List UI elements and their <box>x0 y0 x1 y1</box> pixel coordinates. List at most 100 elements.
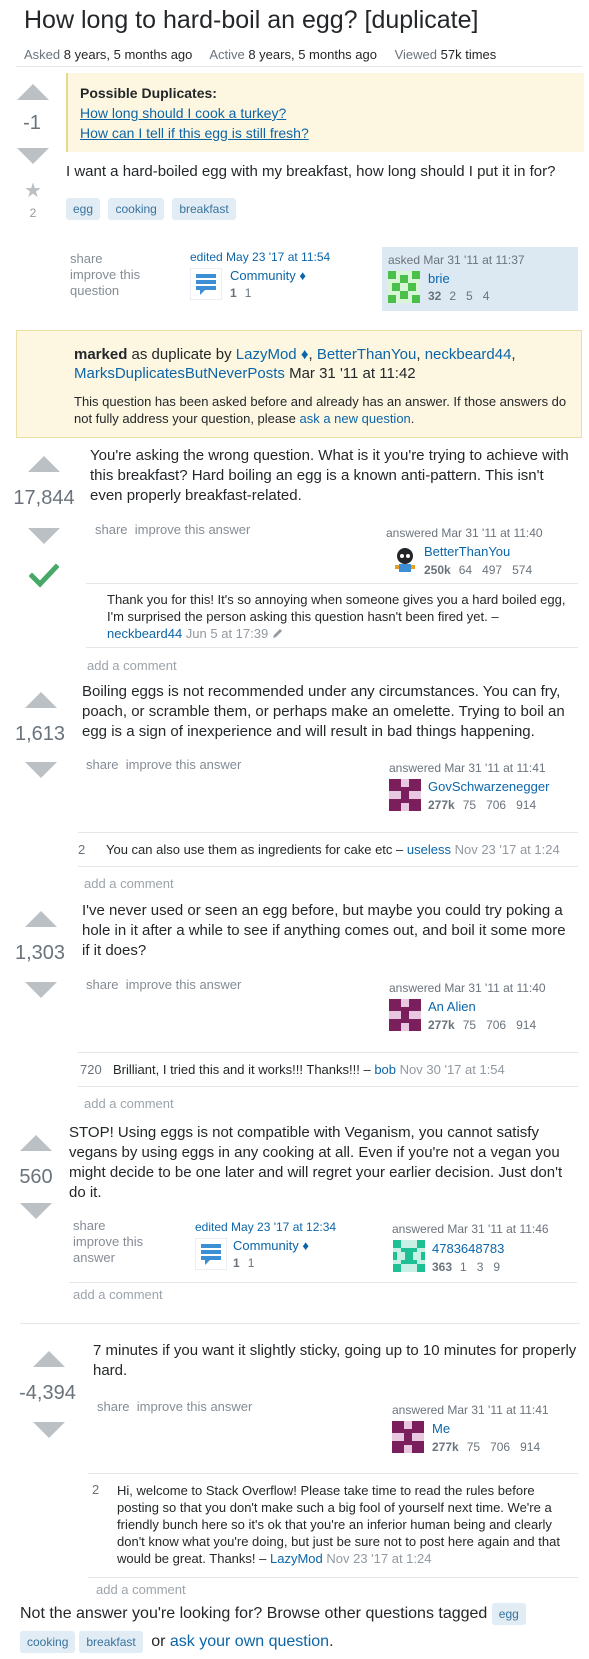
active-value[interactable]: 8 years, 5 months ago <box>248 47 377 62</box>
silver-badges: 3 <box>476 1260 484 1274</box>
comment-user[interactable]: LazyMod <box>270 1551 323 1566</box>
badge-count: 1 <box>247 1256 255 1270</box>
share-link[interactable]: share <box>73 1218 163 1234</box>
comment-text: Brilliant, I tried this and it works!!! … <box>113 1062 360 1077</box>
answer-body: STOP! Using eggs is not compatible with … <box>69 1124 563 1201</box>
comment-date[interactable]: Nov 23 '17 at 1:24 <box>455 842 560 857</box>
vote-up-icon[interactable] <box>28 456 60 472</box>
closer-link[interactable]: BetterThanYou <box>317 346 417 363</box>
improve-answer-link[interactable]: improve this answer <box>73 1234 163 1266</box>
answer-body: 7 minutes if you want it slightly sticky… <box>93 1342 577 1379</box>
an-alien-avatar[interactable] <box>389 999 421 1031</box>
vote-down-icon[interactable] <box>28 528 60 544</box>
answered-date[interactable]: answered Mar 31 '11 at 11:40 <box>389 981 546 995</box>
answered-date[interactable]: answered Mar 31 '11 at 11:46 <box>392 1222 549 1236</box>
vote-down-icon[interactable] <box>20 1203 52 1219</box>
vote-up-icon[interactable] <box>33 1351 65 1367</box>
footer-end: . <box>329 1633 334 1650</box>
answer-edited-signature: edited May 23 '17 at 12:34 Community ♦ 1… <box>195 1220 365 1272</box>
answered-date[interactable]: answered Mar 31 '11 at 11:41 <box>389 761 546 775</box>
me-avatar[interactable] <box>392 1421 424 1453</box>
username[interactable]: GovSchwarzenegger <box>428 779 549 794</box>
tag-cooking[interactable]: cooking <box>108 198 164 220</box>
improve-answer-link[interactable]: improve this answer <box>135 522 251 537</box>
vote-down-icon[interactable] <box>25 762 57 778</box>
edited-date[interactable]: edited May 23 '17 at 12:34 <box>195 1220 365 1234</box>
silver-badges: 706 <box>486 798 507 812</box>
community-avatar[interactable] <box>190 268 222 300</box>
duplicate-link[interactable]: How long should I cook a turkey? <box>80 105 286 121</box>
add-comment-link[interactable]: add a comment <box>87 658 177 673</box>
comment-text: You can also use them as ingredients for… <box>106 842 393 857</box>
divider <box>16 66 582 67</box>
improve-answer-link[interactable]: improve this answer <box>137 1399 253 1414</box>
share-link[interactable]: share <box>97 1399 130 1414</box>
duplicate-link[interactable]: How can I tell if this egg is still fres… <box>80 125 309 141</box>
edited-date[interactable]: edited May 23 '17 at 11:54 <box>190 250 360 264</box>
closer-link[interactable]: LazyMod ♦ <box>236 346 309 363</box>
comment-date[interactable]: Jun 5 at 17:39 <box>186 626 268 641</box>
comment-user[interactable]: bob <box>374 1062 396 1077</box>
answer-post-menu: share improve this answer <box>86 977 241 993</box>
tag-breakfast[interactable]: breakfast <box>172 198 236 220</box>
comment-score: 2 <box>92 1482 100 1497</box>
comment-date[interactable]: Nov 30 '17 at 1:54 <box>400 1062 505 1077</box>
page-title[interactable]: How long to hard-boil an egg? [duplicate… <box>24 6 478 35</box>
govschwarzenegger-avatar[interactable] <box>389 779 421 811</box>
gold-badges: 75 <box>466 1440 481 1454</box>
add-comment-link[interactable]: add a comment <box>96 1582 186 1597</box>
username[interactable]: BetterThanYou <box>424 544 510 559</box>
closer-link[interactable]: MarksDuplicatesButNeverPosts <box>74 365 285 382</box>
answer-score: -4,394 <box>19 1382 76 1404</box>
comment: Thank you for this! It's so annoying whe… <box>107 591 577 642</box>
vote-down-icon[interactable] <box>33 1422 65 1438</box>
comment-date[interactable]: Nov 23 '17 at 1:24 <box>326 1551 431 1566</box>
footer-text: Not the answer you're looking for? Brows… <box>20 1605 488 1622</box>
share-link[interactable]: share <box>86 977 119 992</box>
community-avatar[interactable] <box>195 1238 227 1270</box>
closer-link[interactable]: neckbeard44 <box>425 346 512 363</box>
question-meta: Asked 8 years, 5 months ago Active 8 yea… <box>24 47 510 62</box>
favorite-star-icon[interactable]: ★ <box>23 178 43 203</box>
tag-cooking[interactable]: cooking <box>20 1630 76 1653</box>
improve-question-link[interactable]: improve this question <box>70 267 160 299</box>
share-link[interactable]: share <box>95 522 128 537</box>
comment-user[interactable]: neckbeard44 <box>107 626 182 641</box>
ask-new-question-link[interactable]: ask a new question <box>299 411 410 426</box>
vote-down-icon[interactable] <box>25 982 57 998</box>
answered-date[interactable]: answered Mar 31 '11 at 11:40 <box>386 526 543 540</box>
share-link[interactable]: share <box>86 757 119 772</box>
add-comment-link[interactable]: add a comment <box>84 876 174 891</box>
tag-egg[interactable]: egg <box>491 1602 526 1625</box>
comment-divider <box>88 1473 578 1474</box>
username[interactable]: 4783648783 <box>432 1241 504 1256</box>
asked-date[interactable]: asked Mar 31 '11 at 11:37 <box>388 253 525 267</box>
ask-question-link[interactable]: ask your own question <box>170 1633 329 1650</box>
add-comment-link[interactable]: add a comment <box>73 1287 163 1302</box>
betterthanyou-avatar[interactable] <box>389 544 421 576</box>
silver-badges: 497 <box>482 563 503 577</box>
improve-answer-link[interactable]: improve this answer <box>126 757 242 772</box>
vote-up-icon[interactable] <box>25 692 57 708</box>
username[interactable]: brie <box>428 271 450 286</box>
comment-user[interactable]: useless <box>407 842 451 857</box>
share-link[interactable]: share <box>70 251 160 267</box>
vote-down-icon[interactable] <box>17 148 49 164</box>
rep-score: 277k <box>428 798 455 812</box>
brie-avatar[interactable] <box>388 271 420 303</box>
add-comment-link[interactable]: add a comment <box>84 1096 174 1111</box>
improve-answer-link[interactable]: improve this answer <box>126 977 242 992</box>
username[interactable]: Community ♦ <box>233 1238 309 1253</box>
tag-egg[interactable]: egg <box>66 198 101 220</box>
username[interactable]: An Alien <box>428 999 476 1014</box>
tag-breakfast[interactable]: breakfast <box>79 1630 143 1653</box>
comment-divider <box>78 832 578 833</box>
vote-up-icon[interactable] <box>25 911 57 927</box>
4783648783-avatar[interactable] <box>393 1240 425 1272</box>
vote-up-icon[interactable] <box>17 84 49 100</box>
username[interactable]: Community ♦ <box>230 268 306 283</box>
vote-up-icon[interactable] <box>20 1135 52 1151</box>
pencil-icon[interactable] <box>272 628 283 639</box>
answered-date[interactable]: answered Mar 31 '11 at 11:41 <box>392 1403 549 1417</box>
username[interactable]: Me <box>432 1421 450 1436</box>
